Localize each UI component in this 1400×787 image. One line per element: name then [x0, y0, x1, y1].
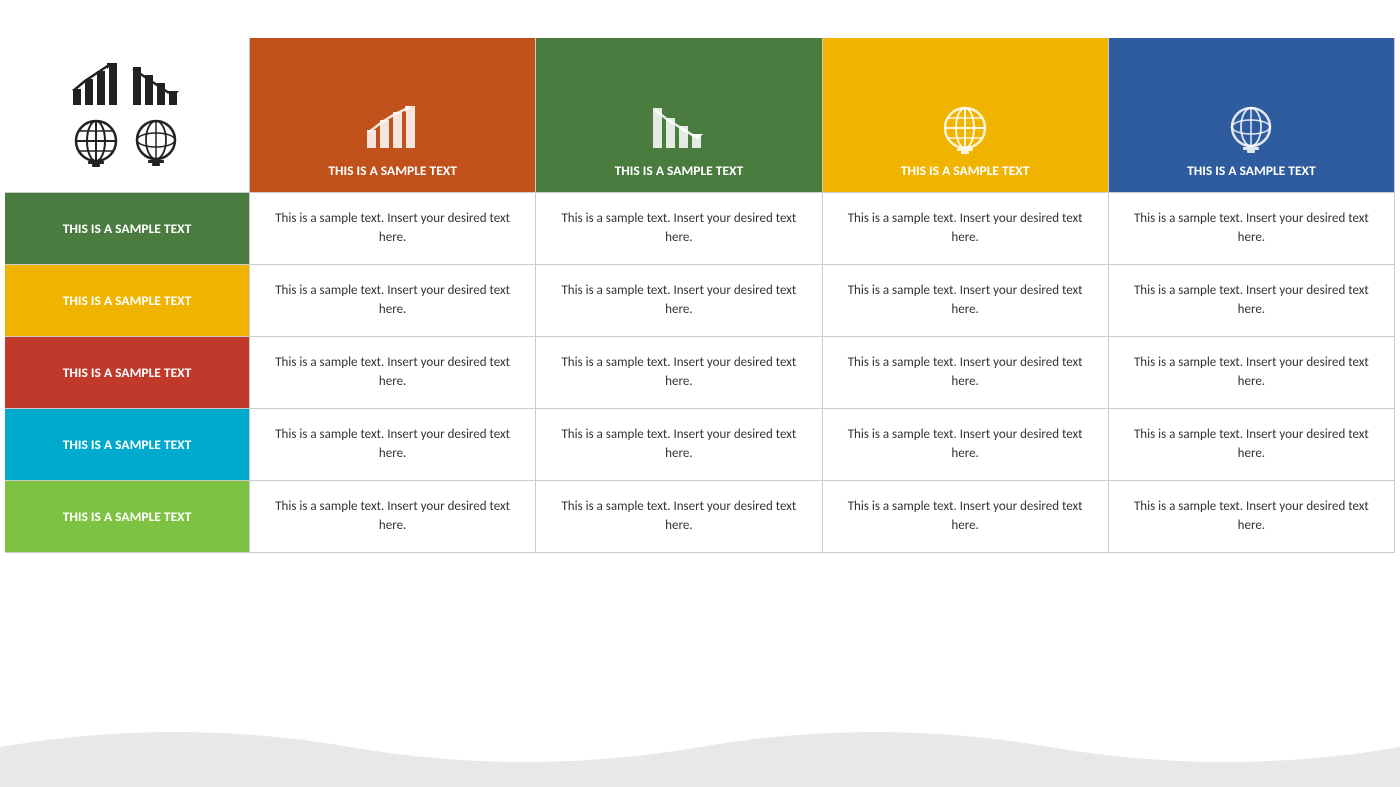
bar-chart-down-col-icon: [651, 104, 707, 156]
globe-flat-col-icon: [937, 104, 993, 156]
cell-r1-c4: This is a sample text. Insert your desir…: [1109, 193, 1394, 265]
data-column-3: THIS IS A SAMPLE TEXT This is a sample te…: [823, 38, 1109, 553]
cell-r5-c1: This is a sample text. Insert your desir…: [250, 481, 535, 553]
row-label-3: THIS IS A SAMPLE TEXT: [5, 337, 249, 409]
cell-r3-c1: This is a sample text. Insert your desir…: [250, 337, 535, 409]
col-header-2: THIS IS A SAMPLE TEXT: [536, 38, 821, 193]
bar-chart-up-col-icon: [365, 104, 421, 156]
cell-r5-c3: This is a sample text. Insert your desir…: [823, 481, 1108, 553]
icons-top-area: [5, 38, 249, 193]
data-column-1: THIS IS A SAMPLE TEXT This is a sample te…: [250, 38, 536, 553]
col-header-label-2: THIS IS A SAMPLE TEXT: [607, 162, 752, 180]
cell-r2-c4: This is a sample text. Insert your desir…: [1109, 265, 1394, 337]
row-label-4: THIS IS A SAMPLE TEXT: [5, 409, 249, 481]
left-column: THIS IS A SAMPLE TEXTTHIS IS A SAMPLE TE…: [5, 38, 250, 553]
col-header-3: THIS IS A SAMPLE TEXT: [823, 38, 1108, 193]
cell-r3-c4: This is a sample text. Insert your desir…: [1109, 337, 1394, 409]
cell-r4-c3: This is a sample text. Insert your desir…: [823, 409, 1108, 481]
cell-r2-c1: This is a sample text. Insert your desir…: [250, 265, 535, 337]
data-columns: THIS IS A SAMPLE TEXT This is a sample te…: [250, 38, 1395, 553]
cell-r4-c1: This is a sample text. Insert your desir…: [250, 409, 535, 481]
comparison-table: THIS IS A SAMPLE TEXTTHIS IS A SAMPLE TE…: [5, 38, 1395, 553]
col-header-label-3: THIS IS A SAMPLE TEXT: [893, 162, 1038, 180]
data-column-4: THIS IS A SAMPLE TEXT This is a sample te…: [1109, 38, 1395, 553]
row-label-2: THIS IS A SAMPLE TEXT: [5, 265, 249, 337]
cell-r2-c2: This is a sample text. Insert your desir…: [536, 265, 821, 337]
cell-r4-c2: This is a sample text. Insert your desir…: [536, 409, 821, 481]
cell-r4-c4: This is a sample text. Insert your desir…: [1109, 409, 1394, 481]
col-header-1: THIS IS A SAMPLE TEXT: [250, 38, 535, 193]
wave-decoration: [0, 707, 1400, 787]
cell-r1-c1: This is a sample text. Insert your desir…: [250, 193, 535, 265]
globe-3d-col-icon: [1223, 104, 1279, 156]
row-label-5: THIS IS A SAMPLE TEXT: [5, 481, 249, 553]
col-header-label-1: THIS IS A SAMPLE TEXT: [320, 162, 465, 180]
main-title: [0, 0, 1400, 38]
col-header-4: THIS IS A SAMPLE TEXT: [1109, 38, 1394, 193]
data-column-2: THIS IS A SAMPLE TEXT This is a sample te…: [536, 38, 822, 553]
cell-r3-c2: This is a sample text. Insert your desir…: [536, 337, 821, 409]
cell-r5-c4: This is a sample text. Insert your desir…: [1109, 481, 1394, 553]
row-labels: THIS IS A SAMPLE TEXTTHIS IS A SAMPLE TE…: [5, 193, 249, 553]
cell-r1-c2: This is a sample text. Insert your desir…: [536, 193, 821, 265]
globe-flat-icon: [71, 117, 123, 169]
cell-r3-c3: This is a sample text. Insert your desir…: [823, 337, 1108, 409]
row-label-1: THIS IS A SAMPLE TEXT: [5, 193, 249, 265]
cell-r1-c3: This is a sample text. Insert your desir…: [823, 193, 1108, 265]
globe-3d-icon: [131, 117, 183, 169]
cell-r5-c2: This is a sample text. Insert your desir…: [536, 481, 821, 553]
bar-chart-down-icon: [131, 61, 183, 109]
cell-r2-c3: This is a sample text. Insert your desir…: [823, 265, 1108, 337]
bar-chart-up-icon: [71, 61, 123, 109]
col-header-label-4: THIS IS A SAMPLE TEXT: [1179, 162, 1324, 180]
